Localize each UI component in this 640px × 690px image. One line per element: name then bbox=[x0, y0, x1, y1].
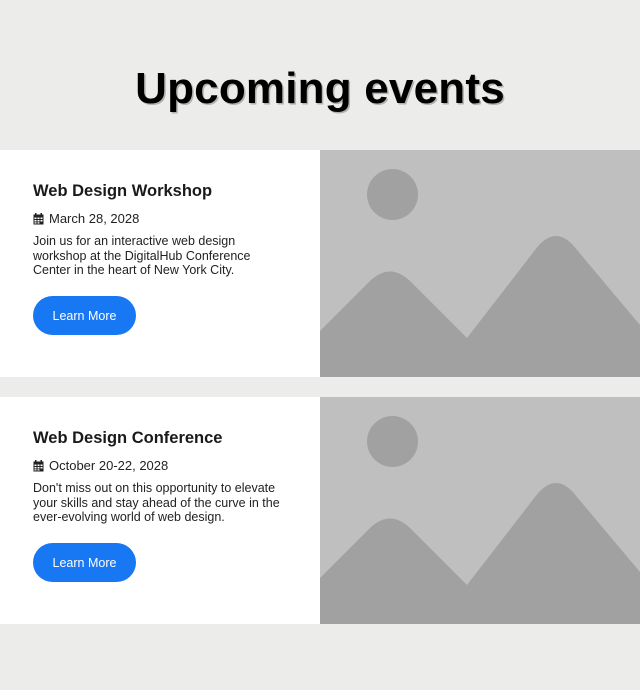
event-date: October 20-22, 2028 bbox=[33, 458, 168, 473]
image-placeholder-icon bbox=[320, 397, 640, 624]
page-title: Upcoming events bbox=[135, 64, 505, 113]
calendar-icon bbox=[33, 459, 44, 471]
event-date-text: March 28, 2028 bbox=[49, 211, 140, 226]
events-page: Upcoming events Web Design Workshop Marc… bbox=[0, 0, 640, 690]
event-date-text: October 20-22, 2028 bbox=[49, 458, 169, 473]
event-card: Web Design Workshop March 28, 2028 Join … bbox=[0, 150, 640, 377]
image-placeholder-icon bbox=[320, 150, 640, 377]
event-title: Web Design Workshop bbox=[33, 182, 213, 200]
event-image bbox=[320, 150, 640, 377]
event-title: Web Design Conference bbox=[33, 429, 223, 447]
event-card-content: Web Design Workshop March 28, 2028 Join … bbox=[0, 150, 320, 377]
event-description: Join us for an interactive web design wo… bbox=[33, 234, 251, 277]
event-description: Don't miss out on this opportunity to el… bbox=[33, 481, 280, 524]
calendar-icon bbox=[33, 212, 44, 224]
event-date: March 28, 2028 bbox=[33, 211, 139, 226]
learn-more-button[interactable]: Learn More bbox=[33, 296, 136, 335]
learn-more-button[interactable]: Learn More bbox=[33, 543, 136, 582]
event-card: Web Design Conference October 20-22, 202… bbox=[0, 397, 640, 624]
event-card-content: Web Design Conference October 20-22, 202… bbox=[0, 397, 320, 624]
event-image bbox=[320, 397, 640, 624]
